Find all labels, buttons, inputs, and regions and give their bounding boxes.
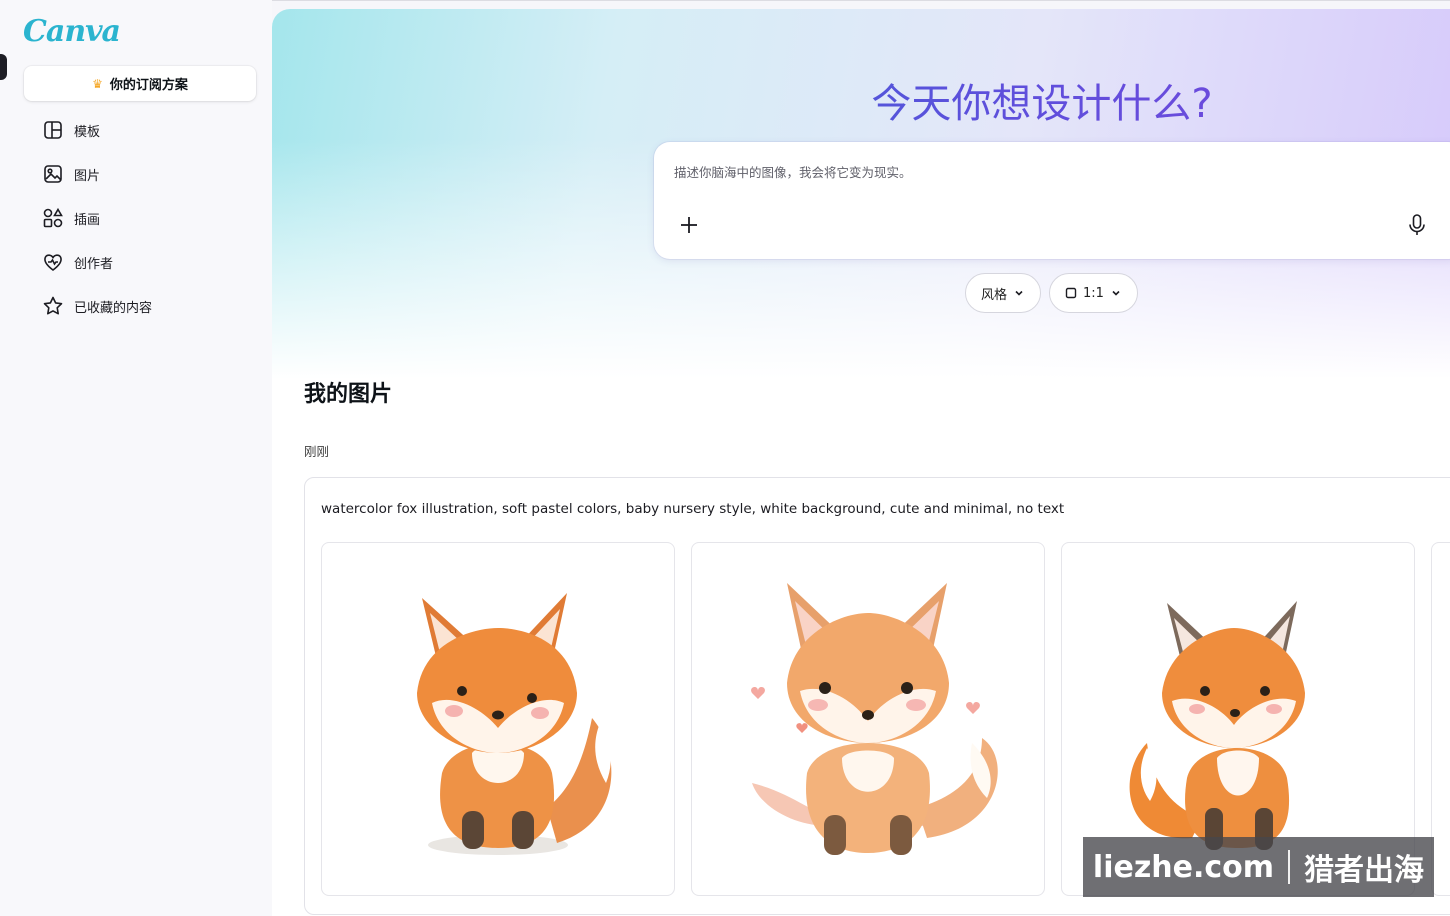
prompt-input[interactable] <box>672 164 1396 181</box>
template-icon <box>44 121 62 139</box>
sidebar-item-creators[interactable]: 创作者 <box>32 240 262 284</box>
page-title: 今天你想设计什么? <box>272 71 1450 129</box>
style-label: 风格 <box>981 287 1008 303</box>
sidebar-item-images[interactable]: 图片 <box>32 152 262 196</box>
hero-section: 今天你想设计什么? 风格 1:1 <box>272 9 1450 379</box>
option-chips: 风格 1:1 <box>965 273 1138 313</box>
aspect-ratio-dropdown[interactable]: 1:1 <box>1049 273 1138 313</box>
microphone-icon[interactable] <box>1405 212 1429 238</box>
watermark-right: 猎者出海 <box>1304 853 1425 888</box>
watermark-left: liezhe.com <box>1092 849 1275 885</box>
star-icon <box>43 296 63 315</box>
generated-image[interactable] <box>321 542 675 896</box>
generation-prompt: watercolor fox illustration, soft pastel… <box>321 501 1065 517</box>
watermark-divider <box>1288 850 1291 884</box>
add-icon[interactable] <box>676 212 702 238</box>
prompt-box[interactable] <box>654 142 1450 259</box>
fox-illustration <box>417 593 612 855</box>
time-label: 刚刚 <box>304 444 330 459</box>
sidebar-item-label: 插画 <box>74 212 101 228</box>
sidebar-item-label: 已收藏的内容 <box>74 300 153 316</box>
crown-icon: ♛ <box>92 76 103 91</box>
generated-image[interactable] <box>691 542 1045 896</box>
section-title: 我的图片 <box>304 382 393 407</box>
heart-icon <box>44 254 62 272</box>
subscription-plan-button[interactable]: ♛ 你的订阅方案 <box>24 66 256 101</box>
sidebar-item-templates[interactable]: 模板 <box>32 108 262 152</box>
sidebar: Canva ♛ 你的订阅方案 模板 图片 插画 创作者 已收藏的内容 <box>0 0 272 916</box>
chevron-down-icon <box>1015 290 1023 296</box>
main-panel: 今天你想设计什么? 风格 1:1 我的图片 刚刚 watercolor fox … <box>272 9 1450 916</box>
image-icon <box>44 165 62 183</box>
sidebar-nav: 模板 图片 插画 创作者 已收藏的内容 <box>32 108 262 328</box>
sidebar-item-label: 创作者 <box>74 256 114 272</box>
watermark: liezhe.com 猎者出海 <box>1083 837 1434 897</box>
style-dropdown[interactable]: 风格 <box>965 273 1042 313</box>
square-icon <box>1065 287 1077 299</box>
sidebar-item-label: 模板 <box>74 124 101 140</box>
sidebar-item-label: 图片 <box>74 168 101 184</box>
canva-logo[interactable]: Canva <box>23 14 121 49</box>
shapes-icon <box>43 207 63 228</box>
sidebar-edge-tab[interactable] <box>0 54 7 80</box>
plan-label: 你的订阅方案 <box>109 78 188 93</box>
chevron-down-icon <box>1112 290 1120 296</box>
sidebar-item-starred[interactable]: 已收藏的内容 <box>32 284 262 328</box>
fox-illustration <box>751 583 998 855</box>
ratio-label: 1:1 <box>1083 285 1104 301</box>
sidebar-item-illustrations[interactable]: 插画 <box>32 196 262 240</box>
